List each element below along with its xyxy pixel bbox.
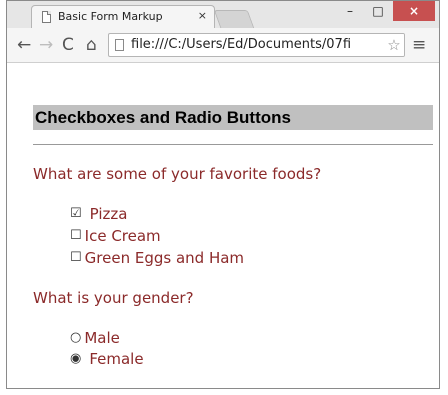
page-content: Checkboxes and Radio Buttons What are so… [7,63,439,388]
browser-toolbar: ← → C ⌂ file:///C:/Users/Ed/Documents/07… [7,28,439,63]
tab-title: Basic Form Markup [58,10,163,23]
back-arrow-icon[interactable]: ← [17,35,31,55]
gender-option-female[interactable]: ◉ Female [70,349,144,369]
tab-close-icon[interactable]: × [198,9,207,22]
menu-icon[interactable]: ≡ [412,35,426,55]
maximize-button[interactable]: □ [365,1,391,21]
food-question: What are some of your favorite foods? [33,165,322,183]
file-page-icon [115,39,124,51]
radio-selected[interactable]: ◉ [70,349,81,369]
close-window-button[interactable]: × [393,1,435,21]
checkbox-unchecked[interactable]: ☐ [70,248,82,268]
home-icon[interactable]: ⌂ [86,35,97,55]
new-tab-button[interactable] [213,10,255,28]
option-label: Ice Cream [84,227,161,245]
forward-arrow-icon[interactable]: → [39,35,53,55]
checkbox-checked[interactable]: ☑ [70,204,82,224]
food-option-ice-cream[interactable]: ☐ Ice Cream [70,226,161,246]
option-label: Green Eggs and Ham [84,249,245,267]
option-label: Pizza [89,205,128,223]
radio-unselected[interactable]: ○ [70,328,81,348]
bookmark-star-icon[interactable]: ☆ [384,34,404,56]
minimize-button[interactable]: – [337,1,363,21]
horizontal-rule [33,144,433,145]
option-label: Female [89,350,144,368]
food-option-pizza[interactable]: ☑ Pizza [70,204,127,224]
tab-strip: Basic Form Markup × – □ × [7,1,439,29]
address-bar[interactable]: file:///C:/Users/Ed/Documents/07fi ☆ [108,33,405,57]
gender-question: What is your gender? [33,289,194,307]
browser-chrome: Basic Form Markup × – □ × ← → C ⌂ file:/… [7,1,439,63]
reload-icon[interactable]: C [62,35,74,55]
page-icon [42,11,51,23]
gender-option-male[interactable]: ○ Male [70,328,120,348]
tab-basic-form-markup[interactable]: Basic Form Markup × [31,5,215,29]
page-heading: Checkboxes and Radio Buttons [33,105,433,130]
option-label: Male [84,329,120,347]
checkbox-unchecked[interactable]: ☐ [70,226,82,246]
url-text[interactable]: file:///C:/Users/Ed/Documents/07fi [131,37,351,52]
browser-window: Basic Form Markup × – □ × ← → C ⌂ file:/… [6,0,440,389]
food-option-green-eggs-and-ham[interactable]: ☐ Green Eggs and Ham [70,248,244,268]
